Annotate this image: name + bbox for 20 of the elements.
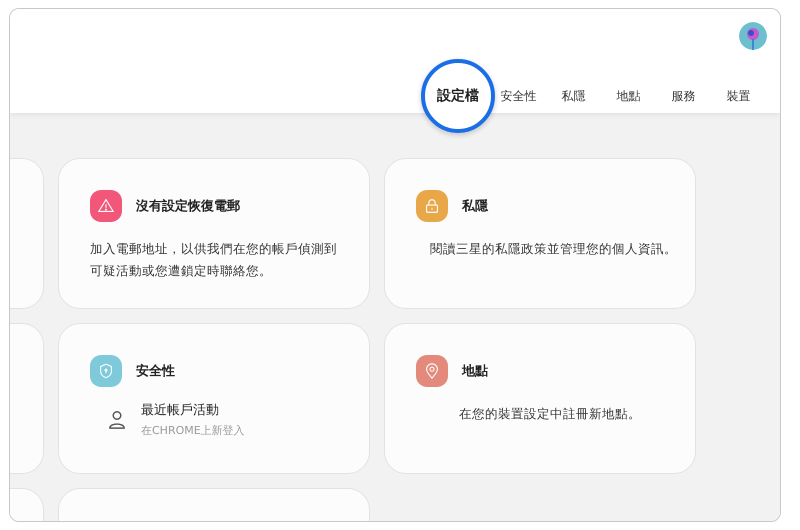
activity-title[interactable]: 最近帳戶活動: [141, 401, 245, 419]
card[interactable]: 地點 在您的裝置設定中註冊新地點。: [384, 323, 696, 474]
card[interactable]: 私隱 閱讀三星的私隱政策並管理您的個人資訊。: [384, 158, 696, 309]
tab[interactable]: 服務: [656, 88, 711, 104]
avatar[interactable]: [739, 22, 767, 50]
activity-detail: 在CHROME上新登入: [141, 423, 245, 438]
person-icon: [108, 410, 126, 430]
tab[interactable]: 設定檔: [421, 59, 495, 133]
card[interactable]: 沒有設定恢復電郵 加入電郵地址，以供我們在您的帳戶偵測到可疑活動或您遭鎖定時聯絡您。: [58, 158, 370, 309]
card[interactable]: 安全性 最近帳戶活動 在CHROME上新登入: [58, 323, 370, 474]
tab[interactable]: 地點: [601, 88, 656, 104]
tab[interactable]: 私隱: [546, 88, 601, 104]
card-title: 地點: [462, 363, 488, 380]
card-description: 在您的裝置設定中註冊新地點。: [459, 405, 642, 423]
tab[interactable]: 裝置: [711, 88, 766, 104]
card-description: 加入電郵地址，以供我們在您的帳戶偵測到可疑活動或您遭鎖定時聯絡您。: [90, 240, 338, 280]
card-title: 安全性: [136, 362, 175, 380]
card-title: 沒有設定恢復電郵: [136, 198, 240, 215]
card-title: 私隱: [462, 198, 488, 215]
card-description: 閱讀三星的私隱政策並管理您的個人資訊。: [430, 240, 678, 258]
